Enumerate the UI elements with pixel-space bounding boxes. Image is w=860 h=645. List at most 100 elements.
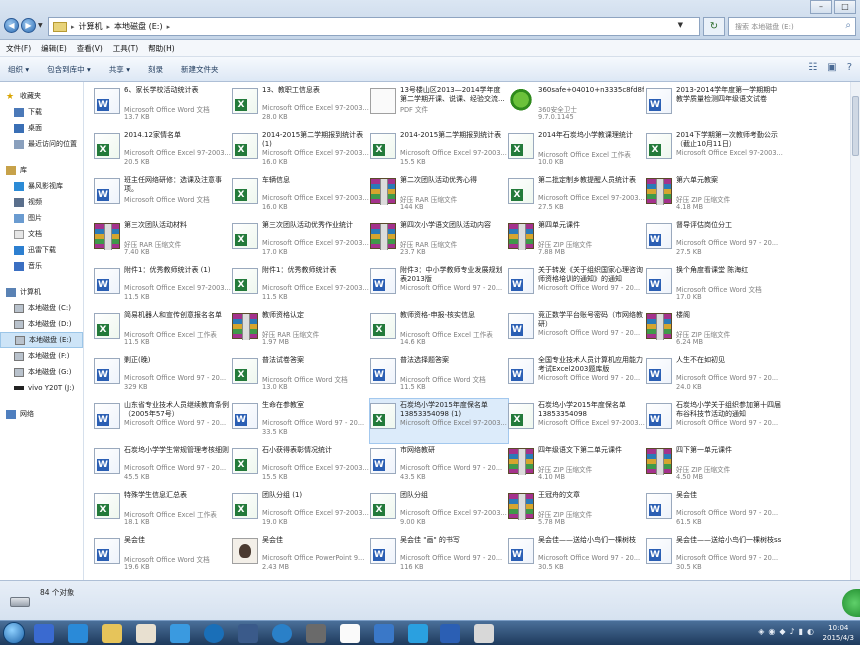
cloud-app-icon[interactable] <box>374 624 394 643</box>
file-item[interactable]: 吴会佳——送给小鸟们一棵树枝 Microsoft Office Word 97 -… <box>508 534 646 578</box>
sidebar-item-pictures[interactable]: 图片 <box>0 210 83 226</box>
menu-file[interactable]: 文件(F) <box>6 43 31 54</box>
file-item[interactable]: 教师资格认定 好压 RAR 压缩文件 1.97 MB <box>232 309 370 353</box>
breadcrumb-drive-e[interactable]: 本地磁盘 (E:) <box>114 21 163 32</box>
volume-icon[interactable]: ◐ <box>807 627 814 636</box>
sidebar-item-drive-g[interactable]: 本地磁盘 (G:) <box>0 364 83 380</box>
file-item[interactable]: 简易机器人和宣传创意报名名单Microsoft Office Excel 工作表… <box>94 309 232 353</box>
sidebar-item-drive-f[interactable]: 本地磁盘 (F:) <box>0 348 83 364</box>
sidebar-network[interactable]: 网络 <box>0 406 83 422</box>
file-item[interactable]: 普法试卷答案Microsoft Office Word 文档13.0 KB <box>232 354 370 398</box>
file-item[interactable]: 普法选择题答案Microsoft Office Word 文档11.5 KB <box>370 354 508 398</box>
forward-button[interactable]: ▶ <box>21 18 36 33</box>
file-item[interactable]: 2014-2015第二学期报到统计表 Microsoft Office Excel… <box>370 129 508 173</box>
file-item[interactable]: 吴会佳 Microsoft Office PowerPoint 9... 2.43 … <box>232 534 370 578</box>
file-item[interactable]: 换个角度看课堂 陈海红Microsoft Office Word 文档17.0 … <box>646 264 784 308</box>
file-item[interactable]: 附件1：优秀教师统计表 (1) Microsoft Office Excel 97… <box>94 264 232 308</box>
file-item[interactable]: 四下第一单元课件 好压 ZIP 压缩文件 4.50 MB <box>646 444 784 488</box>
file-item[interactable]: 王冠舟的文章 好压 ZIP 压缩文件 5.78 MB <box>508 489 646 533</box>
scrollbar-thumb[interactable] <box>852 96 859 156</box>
new-folder-button[interactable]: 新建文件夹 <box>181 64 219 75</box>
include-in-library-button[interactable]: 包含到库中 ▾ <box>47 64 91 75</box>
file-item[interactable]: 2013-2014学年度第一学期期中教学质量检测四年级语文试卷 <box>646 84 784 128</box>
menu-edit[interactable]: 编辑(E) <box>41 43 67 54</box>
file-item[interactable]: 石炭坞小学学生常规管理考核细则 Microsoft Office Word 97 … <box>94 444 232 488</box>
sidebar-item-recent[interactable]: 最近访问的位置 <box>0 136 83 152</box>
file-item[interactable]: 竞正数学平台账号密码（市网络教研）Microsoft Office Word 9… <box>508 309 646 353</box>
sidebar-libraries[interactable]: 库 <box>0 162 83 178</box>
qq-icon[interactable] <box>136 624 156 643</box>
back-button[interactable]: ◀ <box>4 18 19 33</box>
file-item[interactable]: 第三次团队活动优秀作业统计 Microsoft Office Excel 97-2… <box>232 219 370 263</box>
refresh-button[interactable]: ↻ <box>703 17 725 36</box>
sidebar-favorites[interactable]: ★ 收藏夹 <box>0 88 83 104</box>
file-item[interactable]: 13号楼山区2013—2014学年度第二学期开课、说课、经验交流... PDF 文… <box>370 84 508 128</box>
file-item[interactable]: 第三次团队活动材料 好压 RAR 压缩文件 7.40 KB <box>94 219 232 263</box>
maximize-button[interactable]: □ <box>834 0 856 14</box>
organize-button[interactable]: 组织 ▾ <box>8 64 29 75</box>
address-box[interactable]: ▸ 计算机 ▸ 本地磁盘 (E:) ▸ ▼ <box>48 17 700 36</box>
file-item[interactable]: 附件1：优秀教师统计表 Microsoft Office Excel 97-200… <box>232 264 370 308</box>
file-item[interactable]: 生命在参教室 Microsoft Office Word 97 - 20...33… <box>232 399 370 443</box>
file-item[interactable]: 13、教职工信息表 Microsoft Office Excel 97-2003.… <box>232 84 370 128</box>
file-item[interactable]: 石炭坞小学2015年度保名单13853354098 (1)Microsoft O… <box>369 398 509 444</box>
word-app-icon[interactable] <box>440 624 460 643</box>
sidebar-item-downloads[interactable]: 下载 <box>0 104 83 120</box>
file-item[interactable]: 督导评估岗位分工 Microsoft Office Word 97 - 20...… <box>646 219 784 263</box>
file-item[interactable]: 2014下学期第一次教师考勤公示（截止10月11日）Microsoft Offi… <box>646 129 784 173</box>
ie-icon[interactable] <box>68 624 88 643</box>
file-item[interactable]: 关于转发《关于组织国家心理咨询师资格培训的通知》的通知Microsoft Off… <box>508 264 646 308</box>
file-item[interactable]: 2014.12家情名单 Microsoft Office Excel 97-200… <box>94 129 232 173</box>
taskbar-app-icon[interactable] <box>34 624 54 643</box>
menu-help[interactable]: 帮助(H) <box>148 43 175 54</box>
file-item[interactable]: 教师资格-申报-核实信息Microsoft Office Excel 工作表14… <box>370 309 508 353</box>
minimize-button[interactable]: – <box>810 0 832 14</box>
burn-button[interactable]: 刻录 <box>148 64 163 75</box>
file-item[interactable]: 山东省专业技术人员继续教育条例（2005年57号）Microsoft Offic… <box>94 399 232 443</box>
file-item[interactable]: 附件3：中小学教师专业发展规划表2013版Microsoft Office Wo… <box>370 264 508 308</box>
file-item[interactable]: 楼阁 好压 ZIP 压缩文件 6.24 MB <box>646 309 784 353</box>
sidebar-item-drive-e[interactable]: 本地磁盘 (E:) <box>0 332 83 348</box>
bird-app-icon[interactable] <box>170 624 190 643</box>
file-item[interactable]: 第二次团队活动优秀心得 好压 RAR 压缩文件 144 KB <box>370 174 508 218</box>
app-tray-icon[interactable]: ◆ <box>779 627 785 636</box>
file-item[interactable]: 吴会佳Microsoft Office Word 文档19.6 KB <box>94 534 232 578</box>
sidebar-item-xunlei[interactable]: 迅雷下载 <box>0 242 83 258</box>
breadcrumb-computer[interactable]: 计算机 <box>79 21 103 32</box>
file-item[interactable]: 吴会佳 Microsoft Office Word 97 - 20...61.5 … <box>646 489 784 533</box>
menu-tools[interactable]: 工具(T) <box>113 43 138 54</box>
file-item[interactable]: 石炭坞小学2015年度保名单13853354098Microsoft Offic… <box>508 399 646 443</box>
sidebar-item-desktop[interactable]: 桌面 <box>0 120 83 136</box>
file-item[interactable]: 团队分组 (1) Microsoft Office Excel 97-2003..… <box>232 489 370 533</box>
file-item[interactable]: 6、家长学校活动统计表Microsoft Office Word 文档13.7 … <box>94 84 232 128</box>
video-app-icon[interactable] <box>306 624 326 643</box>
clock[interactable]: 10:04 2015/4/3 <box>823 623 854 643</box>
file-item[interactable]: 吴会佳——送给小鸟们一棵树枝ss Microsoft Office Word 97… <box>646 534 784 578</box>
sidebar-item-music[interactable]: 音乐 <box>0 258 83 274</box>
file-item[interactable]: 市网络教研 Microsoft Office Word 97 - 20...43.… <box>370 444 508 488</box>
file-item[interactable]: 360safe+04010+n3335c8fd8f 360安全卫士 9.7.0.11… <box>508 84 646 128</box>
sidebar-item-baofeng[interactable]: 暴风影视库 <box>0 178 83 194</box>
file-item[interactable]: 特殊学生信息汇总表Microsoft Office Excel 工作表18.1 … <box>94 489 232 533</box>
sidebar-item-vivo[interactable]: vivo Y20T (J:) <box>0 380 83 396</box>
search-input[interactable]: 搜索 本地磁盘 (E:) ⌕ <box>728 17 856 36</box>
sound-icon[interactable]: ♪ <box>790 627 795 636</box>
file-item[interactable]: 剿正(晚) Microsoft Office Word 97 - 20...329… <box>94 354 232 398</box>
sidebar-item-drive-c[interactable]: 本地磁盘 (C:) <box>0 300 83 316</box>
file-item[interactable]: 第四单元课件 好压 ZIP 压缩文件 7.88 MB <box>508 219 646 263</box>
menu-view[interactable]: 查看(V) <box>77 43 103 54</box>
k-app-icon[interactable] <box>204 624 224 643</box>
file-item[interactable]: 四年级语文下第二单元课件 好压 ZIP 压缩文件 4.10 MB <box>508 444 646 488</box>
floating-widget-icon[interactable] <box>842 589 860 617</box>
file-item[interactable]: 吴会佳 "画" 的书写 Microsoft Office Word 97 - 20… <box>370 534 508 578</box>
sidebar-computer[interactable]: 计算机 <box>0 284 83 300</box>
file-item[interactable]: 车辆信息 Microsoft Office Excel 97-2003...16.… <box>232 174 370 218</box>
file-item[interactable]: 石小获得表彰情况统计 Microsoft Office Excel 97-2003… <box>232 444 370 488</box>
signal-icon[interactable]: ▮ <box>799 627 803 636</box>
penguin-app-icon[interactable] <box>474 624 494 643</box>
shield-icon[interactable]: ◈ <box>758 627 764 636</box>
sidebar-item-drive-d[interactable]: 本地磁盘 (D:) <box>0 316 83 332</box>
file-item[interactable]: 石炭坞小学关于组织参加第十四届布谷科技节活动的通知Microsoft Offic… <box>646 399 784 443</box>
file-item[interactable]: 第二批定制乡教提醒人员统计表 Microsoft Office Excel 97-… <box>508 174 646 218</box>
file-item[interactable]: 2014-2015第二学期报到统计表 (1)Microsoft Office E… <box>232 129 370 173</box>
